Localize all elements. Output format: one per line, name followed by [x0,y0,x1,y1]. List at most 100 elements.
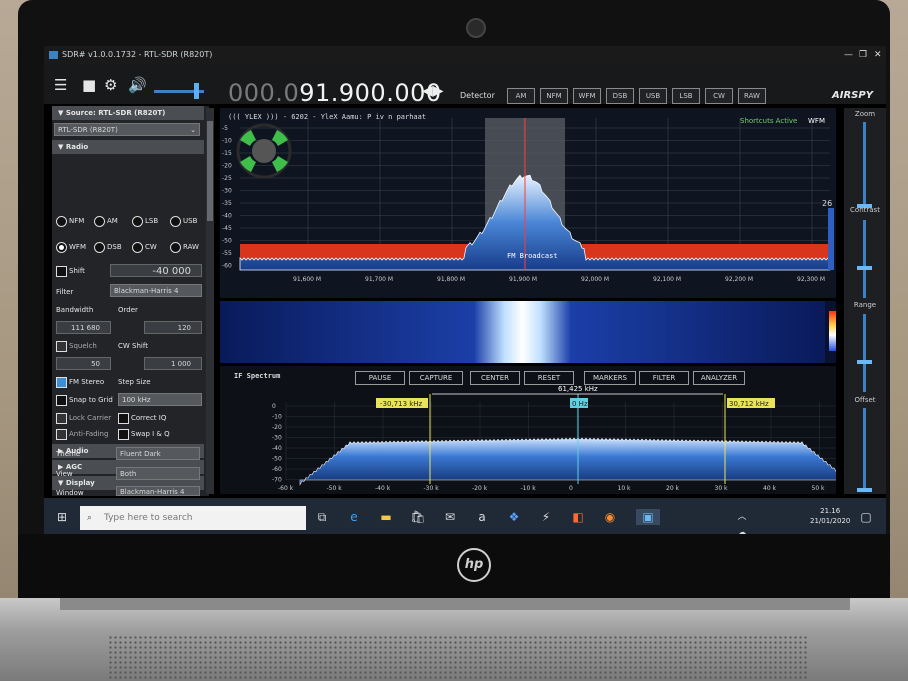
frequency-display[interactable]: 000.091.900.000 [228,79,442,107]
radio-wfm[interactable] [56,242,67,253]
edge-icon[interactable]: e [346,509,362,525]
toolbar: ☰ ■ ⚙ 🔊 000.091.900.000 ◀▶ Detector AM NF… [44,64,886,107]
offset-knob[interactable] [857,488,872,492]
window-select[interactable]: Blackman-Harris 4 [116,486,200,496]
radio-label-dsb: DSB [107,243,122,251]
if-x-tick: -30 k [424,485,440,492]
source-header[interactable]: ▼ Source: RTL-SDR (R820T) [52,106,204,120]
right-panel: Zoom Contrast Range Offset [844,108,886,494]
spectrum-svg: FM Broadcast ((( YLEX ))) - 6202 - YleX … [222,113,834,283]
mode-button-cw[interactable]: CW [705,88,733,104]
sidebar-scroll-thumb[interactable] [207,121,213,221]
menu-icon[interactable]: ☰ [54,76,67,94]
window-value: Blackman-Harris 4 [120,488,185,496]
order-input[interactable]: 120 [144,321,202,334]
close-icon[interactable]: ✕ [874,46,882,64]
source-select[interactable]: RTL-SDR (R820T) ⌄ [54,123,200,136]
contrast-knob[interactable] [857,266,872,270]
fm-stereo-label: FM Stereo [69,378,105,386]
radio-dsb[interactable] [94,242,105,253]
view-select[interactable]: Both [116,467,200,480]
waterfall-panel[interactable] [220,301,836,363]
maximize-icon[interactable]: ❐ [859,46,867,64]
file-explorer-icon[interactable]: ▬ [378,509,394,525]
spectrum-panel[interactable]: FM Broadcast ((( YLEX ))) - 6202 - YleX … [220,108,836,298]
if-trace [299,437,836,486]
left-marker-label: -30,713 kHz [380,400,423,408]
search-box[interactable]: ⌕ Type here to search [80,506,306,530]
shift-label: Shift [69,267,85,275]
step-size-select[interactable]: 100 kHz [118,393,202,406]
range-knob[interactable] [857,360,872,364]
window-label: Window [56,489,84,497]
mode-button-lsb[interactable]: LSB [672,88,700,104]
firefox-icon[interactable]: ◉ [602,509,618,525]
office-icon[interactable]: ◧ [570,509,586,525]
correct-iq-checkbox[interactable] [118,413,129,424]
spectrum-scale-bar [828,208,834,270]
app-bolt-icon[interactable]: ⚡ [538,509,554,525]
radio-header[interactable]: ▼ Radio [52,140,204,154]
radio-cw[interactable] [132,242,143,253]
tune-arrows-icon[interactable]: ◀▶ [422,83,444,99]
minimize-icon[interactable]: — [844,46,853,64]
mail-icon[interactable]: ✉ [442,509,458,525]
bandwidth-input[interactable]: 111 680 [56,321,111,334]
clock[interactable]: 21.16 21/01/2020 [810,506,850,526]
zoom-label: Zoom [854,110,876,118]
fm-stereo-checkbox[interactable] [56,377,67,388]
amazon-icon[interactable]: a [474,509,490,525]
mode-button-am[interactable]: AM [507,88,535,104]
radio-nfm[interactable] [56,216,67,227]
if-x-tick: -20 k [472,485,488,492]
cw-shift-label: CW Shift [118,342,148,350]
radio-am[interactable] [94,216,105,227]
source-value: RTL-SDR (R820T) [58,126,118,134]
system-tray-icons[interactable]: ︿ ☁ ▭ ((· [734,509,750,534]
radio-label-lsb: LSB [145,217,159,225]
zoom-slider[interactable] [863,122,866,208]
task-view-icon[interactable]: ⧉ [314,509,330,525]
offset-slider[interactable] [863,408,866,492]
contrast-slider[interactable] [863,220,866,298]
mode-button-dsb[interactable]: DSB [606,88,634,104]
radio-lsb[interactable] [132,216,143,227]
volume-knob[interactable] [194,83,199,99]
squelch-input[interactable]: 50 [56,357,111,370]
if-x-tick: 20 k [666,485,680,492]
theme-select[interactable]: Fluent Dark [116,447,200,460]
store-icon[interactable]: 🛍 [410,509,426,525]
shift-checkbox[interactable] [56,266,67,277]
if-y-tick: -70 [272,477,282,484]
if-y-tick: -10 [272,414,282,421]
speaker-icon[interactable]: 🔊 [128,76,147,94]
mode-button-nfm[interactable]: NFM [540,88,568,104]
snap-to-grid-checkbox[interactable] [56,395,67,406]
shift-input[interactable]: -40 000 [110,264,202,277]
airspy-dial-icon[interactable] [236,123,292,179]
chevron-down-icon: ⌄ [190,126,196,134]
clock-time: 21.16 [820,507,841,515]
windows-start-icon[interactable]: ⊞ [54,509,70,525]
gear-icon[interactable]: ⚙ [104,76,117,94]
mode-button-usb[interactable]: USB [639,88,667,104]
lock-carrier-checkbox[interactable] [56,413,67,424]
if-x-tick: 30 k [715,485,729,492]
radio-raw[interactable] [170,242,181,253]
if-y-tick: -50 [272,456,282,463]
anti-fading-checkbox[interactable] [56,429,67,440]
mode-button-raw[interactable]: RAW [738,88,766,104]
cw-shift-input[interactable]: 1 000 [144,357,202,370]
radio-usb[interactable] [170,216,181,227]
sdrsharp-taskbar-icon[interactable]: ▣ [636,509,660,525]
swap-iq-checkbox[interactable] [118,429,129,440]
range-slider[interactable] [863,314,866,392]
filter-select[interactable]: Blackman-Harris 4 [110,284,202,297]
mode-button-wfm[interactable]: WFM [573,88,601,104]
dropbox-icon[interactable]: ❖ [506,509,522,525]
notifications-icon[interactable]: ▢ [858,509,874,525]
if-spectrum-panel[interactable]: IF Spectrum PAUSE CAPTURE CENTER RESET MARKE… [220,366,836,494]
stop-icon[interactable]: ■ [82,76,96,94]
display-header-label: Display [65,479,95,487]
squelch-checkbox[interactable] [56,341,67,352]
